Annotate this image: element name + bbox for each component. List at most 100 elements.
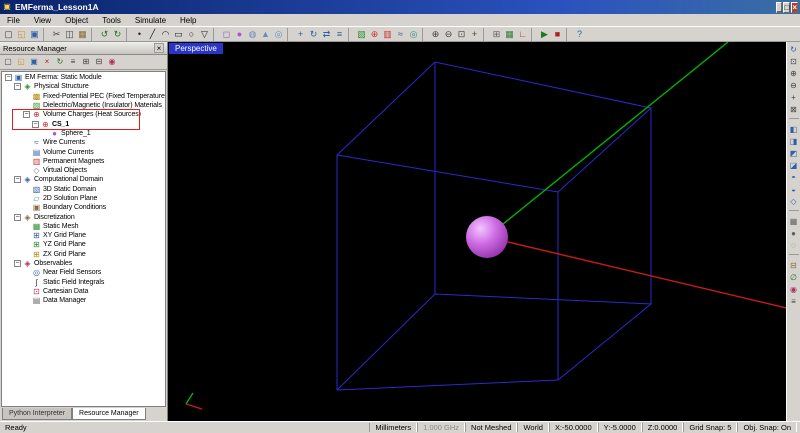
polygon-tool-icon[interactable]: ▽ [198, 28, 211, 41]
torus-tool-icon[interactable]: ◎ [272, 28, 285, 41]
save-project-icon[interactable]: ▣ [28, 56, 40, 68]
tree-item-virtual-objects[interactable]: ◇ Virtual Objects [2, 166, 165, 175]
tree-item-boundary-conditions[interactable]: ▣ Boundary Conditions [2, 203, 165, 212]
back-view-icon[interactable]: ◨ [788, 136, 800, 148]
zoom-out-view-icon[interactable]: ⊖ [788, 80, 800, 92]
tree-item-static-field-integrals[interactable]: ∫ Static Field Integrals [2, 278, 165, 287]
redo-icon[interactable]: ↻ [111, 28, 124, 41]
tree-item-em-ferma-static-module[interactable]: − ▣ EM Ferma: Static Module [2, 73, 165, 82]
arc-tool-icon[interactable]: ◠ [159, 28, 172, 41]
menu-item-help[interactable]: Help [173, 16, 203, 25]
tree-expander-icon[interactable]: − [14, 260, 21, 268]
tree-expander-icon[interactable]: − [32, 120, 39, 128]
shaded-mode-icon[interactable]: ● [788, 228, 800, 240]
rotate-view-icon[interactable]: ↻ [788, 44, 800, 56]
left-view-icon[interactable]: ◩ [788, 148, 800, 160]
tree-item-yz-grid-plane[interactable]: ⊞ YZ Grid Plane [2, 240, 165, 249]
menu-item-view[interactable]: View [27, 16, 58, 25]
front-view-icon[interactable]: ◧ [788, 124, 800, 136]
tree-item-fixed-potential-pec-fixed-temperature-ptc-objects[interactable]: ▩ Fixed-Potential PEC (Fixed Temperature … [2, 92, 165, 101]
tree-expander-icon[interactable]: − [14, 176, 21, 184]
stop-simulation-icon[interactable]: ■ [551, 28, 564, 41]
mirror-tool-icon[interactable]: ⇄ [320, 28, 333, 41]
minimize-button[interactable]: _ [776, 1, 783, 13]
tree-expander-icon[interactable]: − [5, 74, 12, 82]
rectangle-tool-icon[interactable]: ▭ [172, 28, 185, 41]
cut-icon[interactable]: ✂ [50, 28, 63, 41]
sphere-tool-icon[interactable]: ● [233, 28, 246, 41]
menu-item-file[interactable]: File [0, 16, 27, 25]
grid-icon[interactable]: ⊞ [490, 28, 503, 41]
zoom-in-view-icon[interactable]: ⊕ [788, 68, 800, 80]
box-tool-icon[interactable]: ◻ [220, 28, 233, 41]
tree-item-xy-grid-plane[interactable]: ⊞ XY Grid Plane [2, 231, 165, 240]
tree-item-cs-1[interactable]: − ⊕ CS_1 [2, 119, 165, 129]
settings-icon[interactable]: ◉ [106, 56, 118, 68]
copy-icon[interactable]: ◫ [63, 28, 76, 41]
top-view-icon[interactable]: ◓ [788, 172, 800, 184]
axes-icon[interactable]: ∟ [516, 28, 529, 41]
mesh-icon[interactable]: ▦ [503, 28, 516, 41]
tree-expander-icon[interactable]: − [14, 213, 21, 221]
tree-expander-icon[interactable]: − [23, 111, 30, 119]
refresh-icon[interactable]: ↻ [54, 56, 66, 68]
section-view-icon[interactable]: ⊟ [788, 260, 800, 272]
tab-resource-manager[interactable]: Resource Manager [72, 408, 146, 420]
sphere-object-3d[interactable] [466, 216, 508, 258]
help-icon[interactable]: ? [573, 28, 586, 41]
tree-item-sphere-1[interactable]: ● Sphere_1 [2, 129, 165, 138]
close-button[interactable]: × [791, 1, 798, 13]
zoom-in-icon[interactable]: ⊕ [429, 28, 442, 41]
pan-view-icon[interactable]: + [788, 92, 800, 104]
line-tool-icon[interactable]: ╱ [146, 28, 159, 41]
tree-item-static-mesh[interactable]: ▦ Static Mesh [2, 222, 165, 231]
3d-viewport[interactable]: Perspective [168, 42, 786, 421]
tree-item-observables[interactable]: − ◈ Observables [2, 259, 165, 268]
wireframe-mode-icon[interactable]: ▦ [788, 216, 800, 228]
rotate-tool-icon[interactable]: ↻ [307, 28, 320, 41]
panel-close-icon[interactable]: × [154, 43, 164, 53]
charge-icon[interactable]: ⊕ [368, 28, 381, 41]
tree-item-computational-domain[interactable]: − ◈ Computational Domain [2, 175, 165, 184]
undo-icon[interactable]: ↺ [98, 28, 111, 41]
tree-item-zx-grid-plane[interactable]: ⊞ ZX Grid Plane [2, 250, 165, 259]
snapshot-icon[interactable]: ◉ [788, 284, 800, 296]
cylinder-tool-icon[interactable]: ◍ [246, 28, 259, 41]
zoom-extents-icon[interactable]: ⊡ [455, 28, 468, 41]
cone-tool-icon[interactable]: ▲ [259, 28, 272, 41]
new-project-icon[interactable]: ▢ [2, 56, 14, 68]
tree-item-volume-currents[interactable]: ▤ Volume Currents [2, 147, 165, 157]
delete-item-icon[interactable]: × [41, 56, 53, 68]
align-tool-icon[interactable]: ≡ [333, 28, 346, 41]
tree-item-physical-structure[interactable]: − ◈ Physical Structure [2, 82, 165, 91]
right-view-icon[interactable]: ◪ [788, 160, 800, 172]
tree-item-discretization[interactable]: − ◈ Discretization [2, 212, 165, 222]
move-tool-icon[interactable]: + [294, 28, 307, 41]
zoom-out-icon[interactable]: ⊖ [442, 28, 455, 41]
material-icon[interactable]: ▧ [355, 28, 368, 41]
tree-item-data-manager[interactable]: ▤ Data Manager [2, 296, 165, 305]
magnet-icon[interactable]: ▥ [381, 28, 394, 41]
point-tool-icon[interactable]: • [133, 28, 146, 41]
current-icon[interactable]: ≈ [394, 28, 407, 41]
open-project-icon[interactable]: ◱ [15, 56, 27, 68]
fit-view-icon[interactable]: ⊠ [788, 104, 800, 116]
tree-item-3d-static-domain[interactable]: ▧ 3D Static Domain [2, 185, 165, 194]
bottom-view-icon[interactable]: ◒ [788, 184, 800, 196]
menu-item-object[interactable]: Object [58, 16, 95, 25]
pan-icon[interactable]: + [468, 28, 481, 41]
menu-item-tools[interactable]: Tools [95, 16, 128, 25]
tab-python-interpreter[interactable]: Python Interpreter [2, 408, 73, 420]
collapse-all-icon[interactable]: ⊟ [93, 56, 105, 68]
measure-icon[interactable]: ∅ [788, 272, 800, 284]
save-icon[interactable]: ▣ [28, 28, 41, 41]
open-icon[interactable]: ◱ [15, 28, 28, 41]
properties-icon[interactable]: ≡ [67, 56, 79, 68]
tree-item-wire-currents[interactable]: ≈ Wire Currents [2, 138, 165, 147]
paste-icon[interactable]: ▦ [76, 28, 89, 41]
new-file-icon[interactable]: ▢ [2, 28, 15, 41]
menu-item-simulate[interactable]: Simulate [128, 16, 173, 25]
tree-item-cartesian-data[interactable]: ⊡ Cartesian Data [2, 287, 165, 296]
run-simulation-icon[interactable]: ▶ [538, 28, 551, 41]
tree-expander-icon[interactable]: − [14, 83, 21, 91]
